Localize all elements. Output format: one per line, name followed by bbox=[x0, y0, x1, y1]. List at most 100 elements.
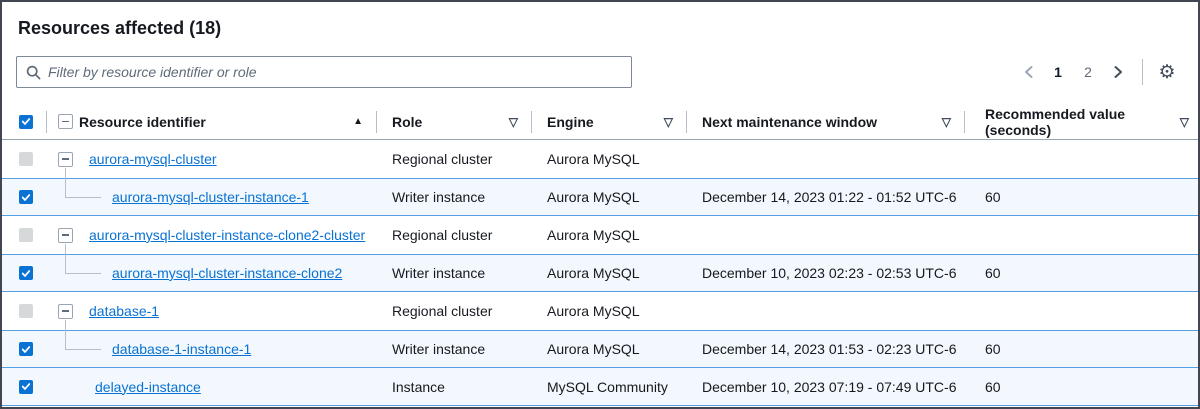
row-checkbox[interactable] bbox=[19, 266, 33, 280]
column-header-role[interactable]: Role ▽ bbox=[377, 104, 532, 139]
sort-icon[interactable]: ▽ bbox=[509, 115, 532, 129]
table-controls: 1 2 ⚙ bbox=[2, 56, 1198, 88]
role-cell: Writer instance bbox=[377, 341, 532, 357]
row-checkbox[interactable] bbox=[19, 190, 33, 204]
role-cell: Regional cluster bbox=[377, 151, 532, 167]
resource-link[interactable]: aurora-mysql-cluster bbox=[89, 151, 217, 167]
tree-connector bbox=[65, 330, 101, 350]
value-cell: 60 bbox=[965, 341, 1198, 357]
resource-link[interactable]: aurora-mysql-cluster-instance-1 bbox=[112, 189, 309, 205]
sort-icon[interactable]: ▽ bbox=[1180, 115, 1198, 129]
engine-cell: Aurora MySQL bbox=[532, 265, 687, 281]
resource-cell: aurora-mysql-cluster-instance-1 bbox=[47, 179, 377, 215]
value-cell: 60 bbox=[965, 189, 1198, 205]
value-cell: 60 bbox=[965, 379, 1198, 395]
table-settings-button[interactable]: ⚙ bbox=[1154, 59, 1180, 85]
resource-cell: database-1 bbox=[47, 292, 377, 330]
check-icon bbox=[21, 193, 31, 202]
page-2-button[interactable]: 2 bbox=[1075, 59, 1101, 85]
window-cell: December 10, 2023 07:19 - 07:49 UTC-6 bbox=[687, 379, 965, 395]
sort-icon[interactable]: ▽ bbox=[664, 115, 687, 129]
table-row: aurora-mysql-cluster-instance-clone2-clu… bbox=[2, 216, 1198, 254]
select-all-cell bbox=[2, 104, 47, 139]
column-label: Resource identifier bbox=[79, 114, 206, 130]
engine-cell: Aurora MySQL bbox=[532, 341, 687, 357]
check-icon bbox=[21, 345, 31, 354]
role-cell: Writer instance bbox=[377, 265, 532, 281]
search-icon bbox=[26, 65, 41, 80]
gear-icon: ⚙ bbox=[1158, 61, 1175, 84]
filter-input[interactable] bbox=[48, 64, 622, 80]
table-row: aurora-mysql-cluster Regional cluster Au… bbox=[2, 140, 1198, 178]
resource-cell: aurora-mysql-cluster bbox=[47, 140, 377, 178]
resource-link[interactable]: delayed-instance bbox=[95, 379, 201, 395]
role-cell: Instance bbox=[377, 379, 532, 395]
engine-cell: Aurora MySQL bbox=[532, 227, 687, 243]
table-row: database-1 Regional cluster Aurora MySQL bbox=[2, 292, 1198, 330]
resource-link[interactable]: database-1-instance-1 bbox=[112, 341, 251, 357]
collapse-toggle-icon[interactable] bbox=[58, 228, 73, 243]
row-checkbox-disabled bbox=[19, 152, 33, 166]
row-checkbox-disabled bbox=[19, 304, 33, 318]
resource-link[interactable]: aurora-mysql-cluster-instance-clone2 bbox=[112, 265, 342, 281]
window-cell: December 10, 2023 02:23 - 02:53 UTC-6 bbox=[687, 265, 965, 281]
resource-link[interactable]: database-1 bbox=[89, 303, 159, 319]
resource-link[interactable]: aurora-mysql-cluster-instance-clone2-clu… bbox=[89, 227, 365, 243]
column-header-resource[interactable]: Resource identifier ▲ bbox=[47, 104, 377, 139]
check-icon bbox=[21, 117, 31, 126]
column-label: Engine bbox=[547, 114, 594, 130]
window-cell: December 14, 2023 01:53 - 02:23 UTC-6 bbox=[687, 341, 965, 357]
table-row: delayed-instance Instance MySQL Communit… bbox=[2, 368, 1198, 406]
collapse-toggle-icon[interactable] bbox=[58, 152, 73, 167]
page-1-button[interactable]: 1 bbox=[1045, 59, 1071, 85]
column-header-value[interactable]: Recommended value (seconds) ▽ bbox=[965, 104, 1198, 139]
row-select-cell bbox=[2, 331, 47, 367]
row-checkbox[interactable] bbox=[19, 342, 33, 356]
pagination: 1 2 ⚙ bbox=[1013, 59, 1182, 85]
row-select-cell bbox=[2, 179, 47, 215]
chevron-left-icon bbox=[1023, 65, 1034, 79]
column-label: Next maintenance window bbox=[702, 114, 877, 130]
engine-cell: Aurora MySQL bbox=[532, 151, 687, 167]
check-icon bbox=[21, 382, 31, 391]
engine-cell: Aurora MySQL bbox=[532, 189, 687, 205]
row-select-cell bbox=[2, 368, 47, 405]
next-page-button[interactable] bbox=[1105, 59, 1131, 85]
engine-cell: Aurora MySQL bbox=[532, 303, 687, 319]
resources-affected-panel: Resources affected (18) 1 2 bbox=[0, 0, 1200, 409]
tree-connector bbox=[65, 178, 101, 198]
controls-divider bbox=[1142, 59, 1143, 85]
tree-connector bbox=[65, 254, 101, 274]
resource-cell: aurora-mysql-cluster-instance-clone2-clu… bbox=[47, 216, 377, 254]
role-cell: Writer instance bbox=[377, 189, 532, 205]
engine-cell: MySQL Community bbox=[532, 379, 687, 395]
column-label: Role bbox=[392, 114, 422, 130]
role-cell: Regional cluster bbox=[377, 303, 532, 319]
table-row: aurora-mysql-cluster-instance-clone2 Wri… bbox=[2, 254, 1198, 292]
previous-page-button[interactable] bbox=[1015, 59, 1041, 85]
page-title: Resources affected (18) bbox=[18, 16, 1182, 40]
column-header-window[interactable]: Next maintenance window ▽ bbox=[687, 104, 965, 139]
resource-cell: database-1-instance-1 bbox=[47, 331, 377, 367]
filter-input-wrapper[interactable] bbox=[16, 56, 632, 88]
panel-header: Resources affected (18) bbox=[2, 2, 1198, 40]
row-checkbox-disabled bbox=[19, 228, 33, 242]
collapse-toggle-icon[interactable] bbox=[58, 304, 73, 319]
row-select-cell bbox=[2, 255, 47, 291]
collapse-all-icon[interactable] bbox=[58, 114, 73, 129]
column-label: Recommended value (seconds) bbox=[985, 106, 1180, 138]
table-row: database-1-instance-1 Writer instance Au… bbox=[2, 330, 1198, 368]
row-select-cell bbox=[2, 216, 47, 254]
check-icon bbox=[21, 269, 31, 278]
column-header-engine[interactable]: Engine ▽ bbox=[532, 104, 687, 139]
value-cell: 60 bbox=[965, 265, 1198, 281]
row-select-cell bbox=[2, 292, 47, 330]
chevron-right-icon bbox=[1113, 65, 1124, 79]
select-all-checkbox[interactable] bbox=[19, 115, 33, 129]
row-checkbox[interactable] bbox=[19, 380, 33, 394]
role-cell: Regional cluster bbox=[377, 227, 532, 243]
table-header: Resource identifier ▲ Role ▽ Engine ▽ Ne… bbox=[2, 104, 1198, 140]
sort-ascending-icon[interactable]: ▲ bbox=[353, 116, 377, 127]
resource-cell: delayed-instance bbox=[47, 368, 377, 405]
sort-icon[interactable]: ▽ bbox=[942, 115, 965, 129]
